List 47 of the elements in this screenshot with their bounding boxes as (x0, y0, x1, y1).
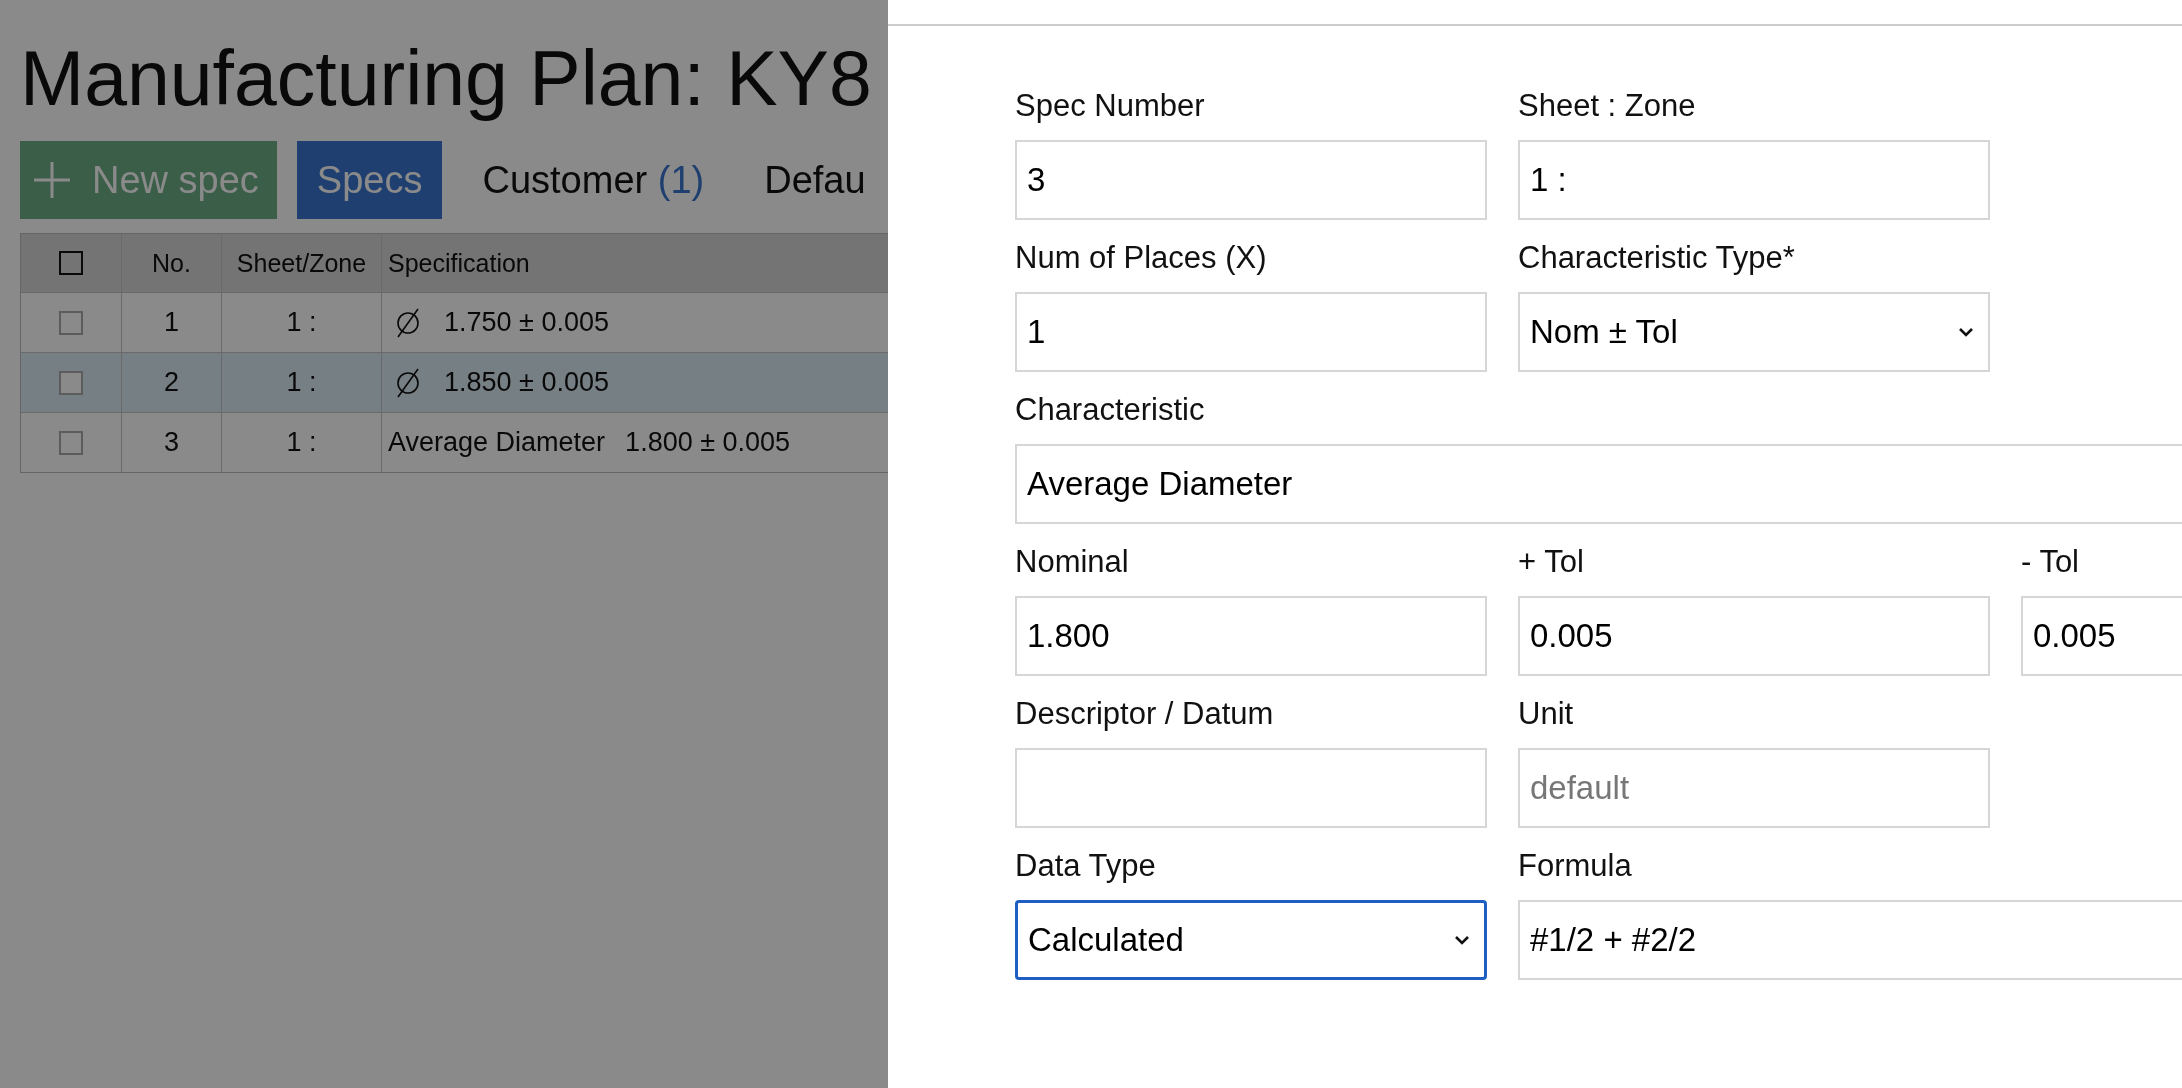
input-field[interactable]: 1.800 (1015, 596, 1487, 676)
field-label: Descriptor / Datum (1015, 696, 1275, 732)
select-all-checkbox[interactable] (59, 251, 83, 275)
field-label: Data Type (1015, 848, 1157, 884)
spec-name: Average Diameter (388, 427, 606, 458)
plus-icon (32, 160, 72, 200)
table-row[interactable]: 2 1 : 1.850 ± 0.005 (21, 352, 888, 412)
field-label: Characteristic Type* (1518, 240, 1796, 276)
column-header: No. (121, 234, 221, 292)
row-checkbox[interactable] (59, 370, 83, 395)
row-checkbox[interactable] (59, 310, 83, 335)
spec-value: 1.850 ± 0.005 (444, 367, 609, 398)
field-label: Num of Places (X) (1015, 240, 1268, 276)
page-title: Manufacturing Plan: KY8 (20, 34, 873, 123)
table-cell: 3 (121, 413, 221, 472)
field-label: Unit (1518, 696, 1575, 732)
row-checkbox[interactable] (59, 430, 83, 455)
spec-value: 1.800 ± 0.005 (625, 427, 791, 458)
select-field[interactable]: Calculated (1015, 900, 1487, 980)
field-label: - Tol (2021, 544, 2080, 580)
table-cell: 1 : (221, 413, 381, 472)
table-cell: 2 (121, 353, 221, 412)
chevron-down-icon (1958, 327, 1974, 337)
input-field[interactable] (1015, 748, 1487, 828)
input-field[interactable]: #1/2 + #2/2 (1518, 900, 2182, 980)
diameter-icon (394, 306, 422, 339)
input-field[interactable]: 3 (1015, 140, 1487, 220)
input-field[interactable]: 0.005 (2021, 596, 2182, 676)
tab[interactable]: Customer (1) (462, 141, 725, 219)
chevron-down-icon (1454, 935, 1470, 945)
field-label: Nominal (1015, 544, 1130, 580)
input-field[interactable]: 0.005 (1518, 596, 1990, 676)
spec-value: 1.750 ± 0.005 (444, 307, 609, 338)
column-header: Sheet/Zone (221, 234, 381, 292)
input-field[interactable]: Average Diameter (1015, 444, 2182, 524)
field-label: + Tol (1518, 544, 1585, 580)
input-field[interactable]: 1 (1015, 292, 1487, 372)
tab[interactable]: Defau (744, 141, 886, 219)
field-label: Formula (1518, 848, 1633, 884)
input-field[interactable]: default (1518, 748, 1990, 828)
field-label: Spec Number (1015, 88, 1206, 124)
table-cell: 1 : (221, 353, 381, 412)
diameter-icon (394, 366, 422, 399)
field-label: Sheet : Zone (1518, 88, 1697, 124)
input-field[interactable]: 1 : (1518, 140, 1990, 220)
field-label: Characteristic (1015, 392, 1206, 428)
select-field[interactable]: Nom ± Tol (1518, 292, 1990, 372)
